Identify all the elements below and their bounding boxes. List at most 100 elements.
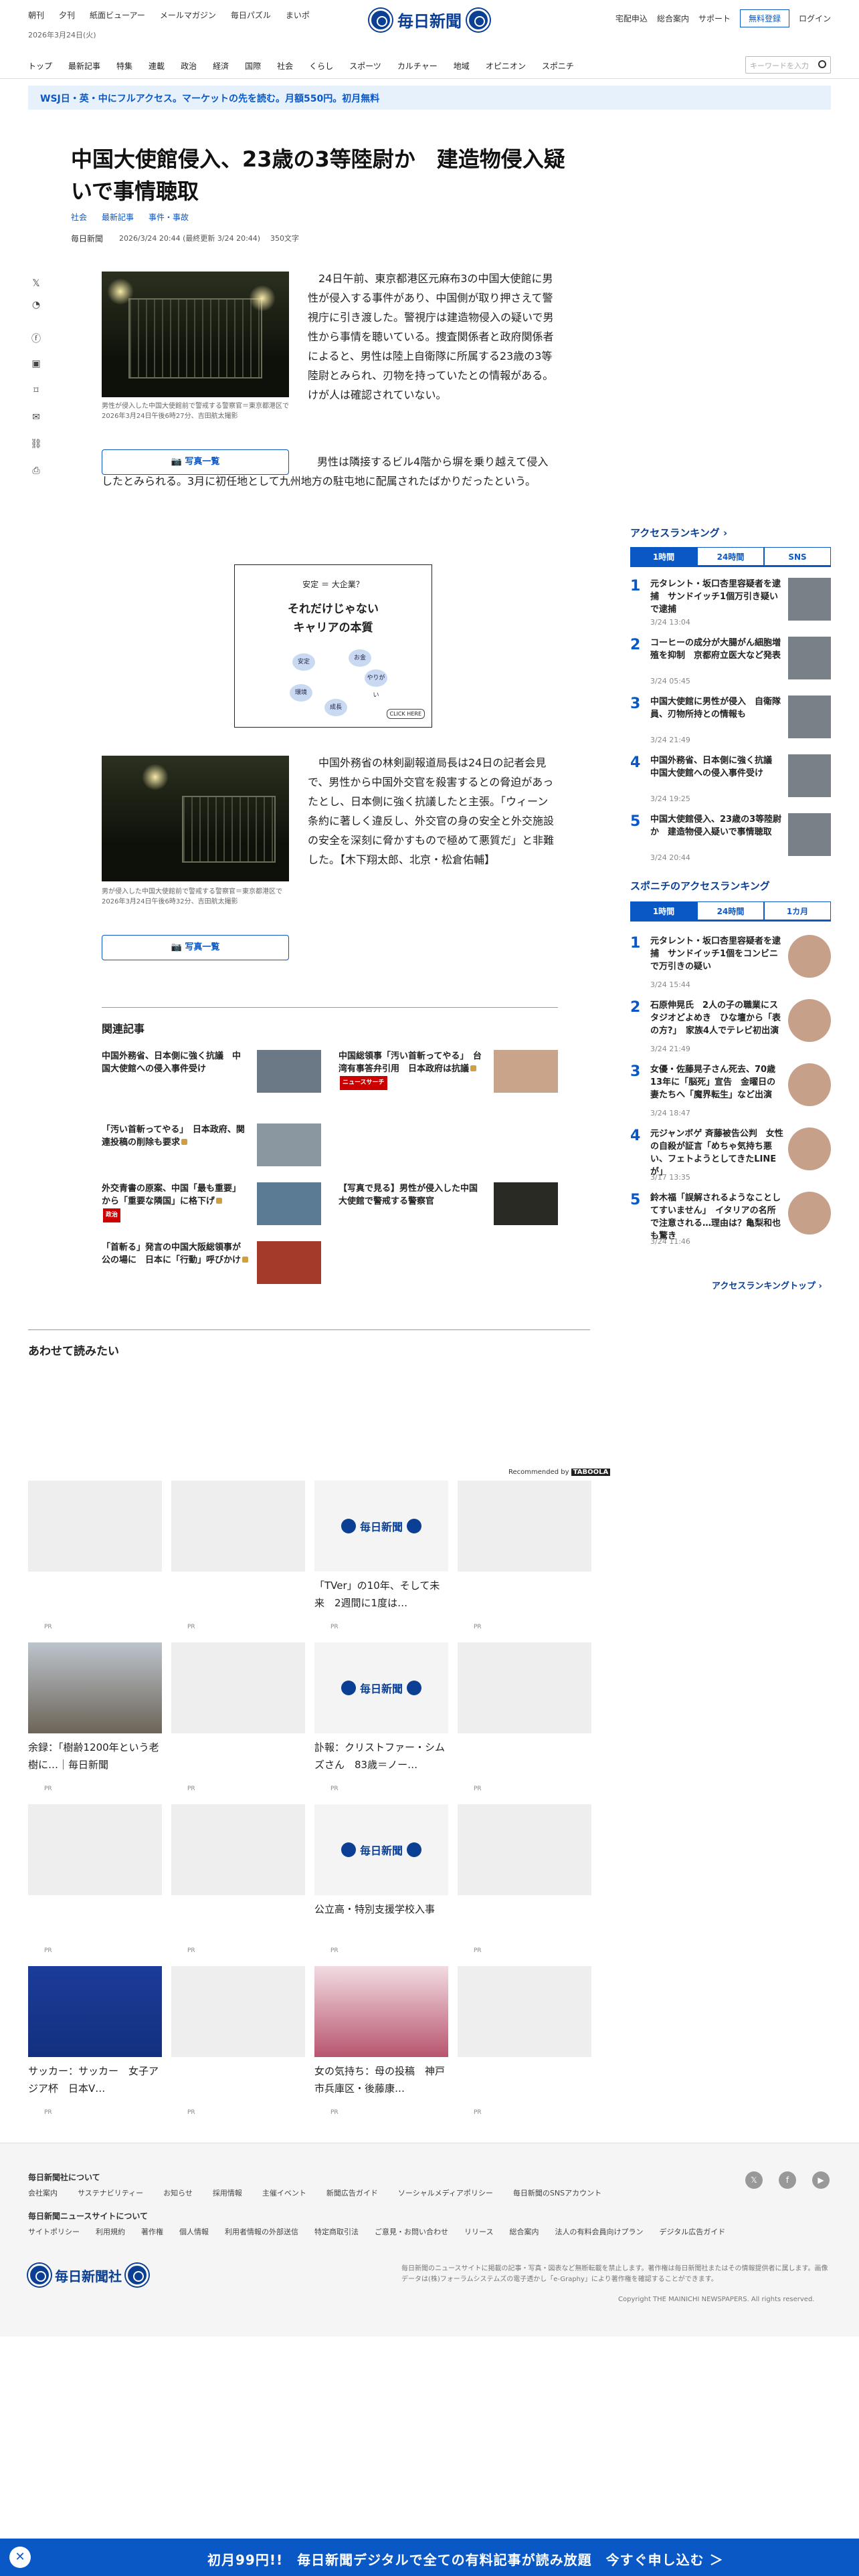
related-item[interactable]: 「首斬る」発言の中国大阪総領事が公の場に 日本に「行動」呼びかけ <box>102 1241 249 1267</box>
x-icon[interactable]: 𝕏 <box>745 2171 763 2189</box>
recommend-tile-image[interactable]: 毎日新聞 <box>314 1481 448 1572</box>
nav-item[interactable]: 地域 <box>454 60 470 72</box>
recommend-tile-image[interactable] <box>171 1642 305 1733</box>
bookmark-icon[interactable]: ⌑ <box>28 385 44 399</box>
related-thumbnail[interactable] <box>257 1182 321 1225</box>
comment-icon[interactable]: ◔ <box>28 300 44 313</box>
nav-item[interactable]: オピニオン <box>486 60 526 72</box>
hatena-icon[interactable]: ▣ <box>28 358 44 372</box>
facebook-icon[interactable]: f <box>779 2171 796 2189</box>
footer-link[interactable]: 利用者情報の外部送信 <box>225 2226 298 2237</box>
site-logo[interactable]: 毎日新聞 <box>369 8 490 31</box>
recommend-tile-image[interactable] <box>28 1481 162 1572</box>
subscribe-bar[interactable]: ✕ 初月99円!! 毎日新聞デジタルで全ての有料記事が読み放題 今すぐ申し込む … <box>0 2539 859 2576</box>
recommend-tile-label[interactable]: 訃報：クリストファー・シムズさん 83歳＝ノー… <box>314 1739 448 1774</box>
tab-24h[interactable]: 24時間 <box>697 901 764 920</box>
header-link[interactable]: 総合案内 <box>657 13 689 24</box>
photo-list-button[interactable]: 📷 写真一覧 <box>102 935 289 960</box>
nav-item[interactable]: 国際 <box>245 60 261 72</box>
tab-1m[interactable]: 1カ月 <box>764 901 831 920</box>
related-thumbnail[interactable] <box>257 1241 321 1284</box>
top-link[interactable]: 夕刊 <box>59 9 75 21</box>
related-item[interactable]: 外交青書の原案、中国「最も重要」から「重要な隣国」に格下げ 政治 <box>102 1182 249 1222</box>
footer-link[interactable]: 会社案内 <box>28 2187 58 2198</box>
ranking-item[interactable]: 2 コーヒーの成分が大腸がん細胞増殖を抑制 京都府立医大など発表 3/24 05:4… <box>630 637 831 691</box>
recommend-tile-image[interactable] <box>28 1966 162 2057</box>
related-item[interactable]: 【写真で見る】男性が侵入した中国大使館で警戒する警察官 <box>339 1182 486 1208</box>
ranking-item[interactable]: 4 元ジャンボゲ 斉藤被告公判 女性の自殺が証言「めちゃ気持ち悪い、フェトようとし… <box>630 1128 831 1188</box>
recommend-tile-image[interactable]: 毎日新聞 <box>314 1804 448 1895</box>
nav-item[interactable]: スポニチ <box>542 60 574 72</box>
close-icon[interactable]: ✕ <box>9 2547 31 2568</box>
youtube-icon[interactable]: ▶ <box>812 2171 830 2189</box>
footer-link[interactable]: 利用規約 <box>96 2226 125 2237</box>
top-link[interactable]: 毎日パズル <box>231 9 271 21</box>
nav-item[interactable]: 政治 <box>181 60 197 72</box>
tag-link[interactable]: 事件・事故 <box>149 211 189 223</box>
recommend-tile-image[interactable] <box>28 1642 162 1733</box>
footer-logo[interactable]: 毎日新聞社 <box>28 2264 149 2286</box>
related-thumbnail[interactable] <box>494 1182 558 1225</box>
ranking-item[interactable]: 1 元タレント・坂口杏里容疑者を逮捕 サンドイッチ1個をコンビニで万引きの疑い 3/… <box>630 935 831 995</box>
register-button[interactable]: 無料登録 <box>739 9 789 27</box>
related-thumbnail[interactable] <box>494 1050 558 1093</box>
recommend-tile-label[interactable]: 公立高・特別支援学校入事 <box>314 1901 448 1918</box>
footer-link[interactable]: リリース <box>464 2226 493 2237</box>
footer-link[interactable]: 採用情報 <box>213 2187 242 2198</box>
tab-1h[interactable]: 1時間 <box>630 901 697 920</box>
recommend-tile-image[interactable]: 毎日新聞 <box>314 1642 448 1733</box>
related-thumbnail[interactable] <box>257 1123 321 1166</box>
ad-click-here[interactable]: CLICK HERE <box>386 709 425 719</box>
facebook-icon[interactable]: ⓕ <box>28 332 44 345</box>
recommend-tile-image[interactable] <box>171 1804 305 1895</box>
ranking-item[interactable]: 5 鈴木福「誤解されるようなことしてすいません」 イタリアの名所で注意される…理由… <box>630 1192 831 1252</box>
footer-link[interactable]: ソーシャルメディアポリシー <box>398 2187 493 2198</box>
ranking-more-link[interactable]: アクセスランキングトップ › <box>712 1279 822 1291</box>
top-link[interactable]: 朝刊 <box>28 9 44 21</box>
recommend-tile-image[interactable] <box>171 1966 305 2057</box>
footer-link[interactable]: 総合案内 <box>509 2226 539 2237</box>
footer-link[interactable]: サイトポリシー <box>28 2226 80 2237</box>
footer-link[interactable]: 主催イベント <box>262 2187 306 2198</box>
recommend-tile-image[interactable] <box>458 1642 591 1733</box>
recommend-tile-image[interactable] <box>28 1804 162 1895</box>
article-photo[interactable] <box>102 272 289 397</box>
footer-link[interactable]: 新聞広告ガイド <box>326 2187 378 2198</box>
nav-item[interactable]: 社会 <box>277 60 293 72</box>
search-icon[interactable] <box>818 60 826 68</box>
footer-link[interactable]: 特定商取引法 <box>314 2226 359 2237</box>
tab-sns[interactable]: SNS <box>764 547 831 565</box>
ranking-item[interactable]: 3 女優・佐藤晃子さん死去、70歳 13年に「脳死」宣告 金曜日の妻たちへ「魔界転… <box>630 1063 831 1123</box>
footer-link[interactable]: サステナビリティー <box>78 2187 143 2198</box>
top-link[interactable]: まいポ <box>286 9 310 21</box>
ranking-item[interactable]: 5 中国大使館侵入、23歳の3等陸尉か 建造物侵入疑いで事情聴取 3/24 20:4… <box>630 813 831 868</box>
recommend-tile-image[interactable] <box>458 1966 591 2057</box>
footer-link[interactable]: ご意見・お問い合わせ <box>375 2226 448 2237</box>
tab-1h[interactable]: 1時間 <box>630 547 697 565</box>
recommend-tile-image[interactable] <box>314 1966 448 2057</box>
recommend-tile-image[interactable] <box>458 1481 591 1572</box>
ranking-item[interactable]: 1 元タレント・坂口杏里容疑者を逮捕 サンドイッチ1個万引き疑いで逮捕 3/24 1… <box>630 578 831 633</box>
footer-link[interactable]: 毎日新聞のSNSアカウント <box>513 2187 601 2198</box>
recommend-tile-image[interactable] <box>458 1804 591 1895</box>
recommend-tile-image[interactable] <box>171 1481 305 1572</box>
related-item[interactable]: 中国外務省、日本側に強く抗議 中国大使館への侵入事件受け <box>102 1050 249 1075</box>
nav-item[interactable]: スポーツ <box>349 60 381 72</box>
subscribe-text[interactable]: 初月99円!! 毎日新聞デジタルで全ての有料記事が読み放題 今すぐ申し込む ＞ <box>207 2549 724 2569</box>
related-item[interactable]: 「汚い首斬ってやる」 日本政府、関連投稿の削除も要求 <box>102 1123 249 1149</box>
nav-item[interactable]: 連載 <box>149 60 165 72</box>
recommend-tile-label[interactable]: 女の気持ち：母の投稿 神戸市兵庫区・後藤康… <box>314 2062 448 2097</box>
nav-item[interactable]: 特集 <box>116 60 132 72</box>
top-link[interactable]: 紙面ビューアー <box>90 9 145 21</box>
nav-item[interactable]: 経済 <box>213 60 229 72</box>
mail-icon[interactable]: ✉ <box>28 412 44 425</box>
ranking-item[interactable]: 4 中国外務省、日本側に強く抗議 中国大使館への侵入事件受け 3/24 19:25 <box>630 754 831 809</box>
tag-link[interactable]: 社会 <box>71 211 87 223</box>
print-icon[interactable]: ⎙ <box>28 465 44 479</box>
login-link[interactable]: ログイン <box>799 13 831 24</box>
search-input[interactable]: キーワードを入力 <box>745 56 831 74</box>
recommend-tile-label[interactable]: サッカー：サッカー 女子アジア杯 日本V… <box>28 2062 162 2097</box>
related-thumbnail[interactable] <box>257 1050 321 1093</box>
recommend-tile-label[interactable]: 「TVer」の10年、そして未来 2週間に1度は… <box>314 1577 448 1612</box>
promo-banner[interactable]: WSJ日・英・中にフルアクセス。マーケットの先を読む。月額550円。初月無料 <box>28 86 831 110</box>
